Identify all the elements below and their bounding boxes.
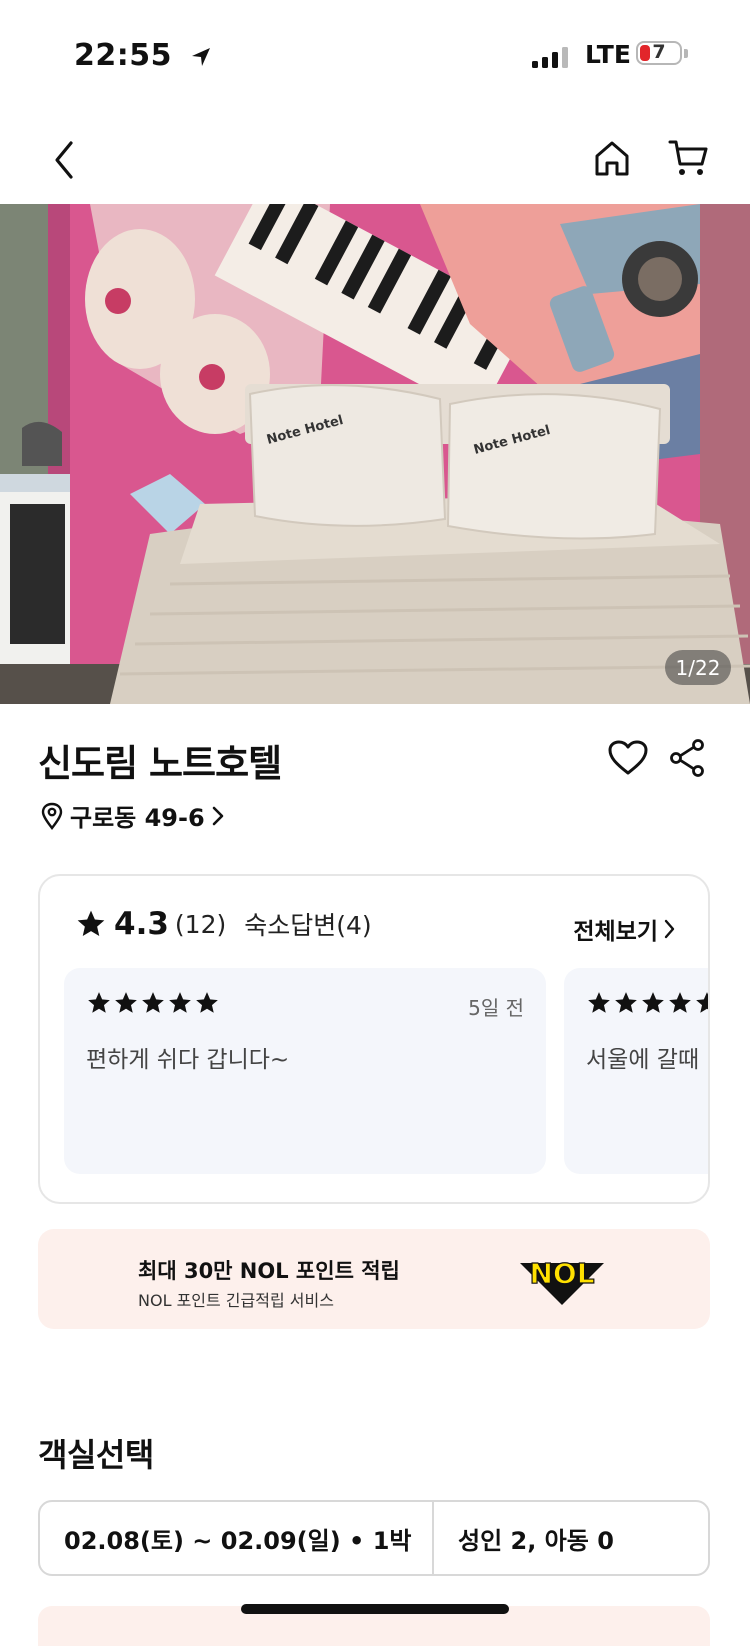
home-indicator	[241, 1604, 509, 1614]
share-button[interactable]	[664, 736, 712, 780]
review-stars	[586, 990, 708, 1016]
rating-summary: 4.3 (12) 숙소답변(4)	[74, 906, 372, 942]
date-range-text: 02.08(토) ~ 02.09(일) • 1박	[64, 1526, 412, 1555]
booking-options: 02.08(토) ~ 02.09(일) • 1박 성인 2, 아동 0	[38, 1500, 710, 1576]
home-icon	[595, 141, 629, 176]
hero-image-gallery[interactable]: Note Hotel Note Hotel	[0, 204, 750, 704]
address-link[interactable]: 구로동 49-6	[40, 798, 225, 833]
nol-logo-text: NOL	[529, 1257, 594, 1290]
home-button[interactable]	[588, 134, 636, 182]
wishlist-button[interactable]	[604, 736, 652, 780]
guest-selector[interactable]: 성인 2, 아동 0	[434, 1502, 708, 1574]
review-item[interactable]: 5일 전 편하게 쉬다 갑니다~	[64, 968, 546, 1174]
review-text: 서울에 갈때	[586, 1047, 700, 1073]
nol-banner-title: 최대 30만 NOL 포인트 적립	[138, 1259, 400, 1283]
chevron-right-icon	[664, 919, 675, 939]
review-text: 편하게 쉬다 갑니다~	[86, 1047, 290, 1073]
cart-button[interactable]	[664, 134, 712, 182]
review-item[interactable]: 서울에 갈때	[564, 968, 708, 1174]
battery-icon: 7	[636, 41, 682, 65]
star-icon	[642, 992, 664, 1013]
star-icon	[115, 992, 137, 1013]
nol-points-banner[interactable]: 최대 30만 NOL 포인트 적립 NOL 포인트 긴급적립 서비스 NOL	[38, 1229, 710, 1329]
image-counter: 1/22	[665, 650, 731, 685]
nol-banner-subtitle: NOL 포인트 긴급적립 서비스	[138, 1291, 334, 1310]
star-icon	[615, 992, 637, 1013]
view-all-label: 전체보기	[573, 919, 658, 945]
room-select-title: 객실선택	[38, 1436, 154, 1474]
guest-count-text: 성인 2, 아동 0	[458, 1526, 614, 1555]
cart-icon	[668, 140, 708, 175]
star-icon	[696, 992, 708, 1013]
share-icon	[670, 739, 704, 777]
star-icon	[669, 992, 691, 1013]
battery-level: 7	[652, 41, 666, 63]
rating-score: 4.3	[114, 906, 169, 942]
review-count: (12)	[174, 909, 227, 939]
view-all-reviews-button[interactable]: 전체보기	[573, 912, 676, 946]
nol-logo: NOL	[520, 1256, 604, 1305]
hotel-name: 신도림 노트호텔	[38, 742, 282, 785]
star-icon	[77, 910, 105, 936]
hotel-room-photo: Note Hotel Note Hotel	[0, 204, 750, 704]
host-reply-count: 숙소답변(4)	[244, 911, 372, 940]
review-stars	[86, 990, 220, 1016]
star-icon	[142, 992, 164, 1013]
location-pin-icon	[41, 802, 63, 830]
signal-icon	[532, 46, 568, 68]
review-summary-card: 4.3 (12) 숙소답변(4) 전체보기 5일 전 편하게 쉬다 갑니다~ 서…	[38, 874, 710, 1204]
status-time-text: 22:55	[74, 38, 172, 73]
date-range-selector[interactable]: 02.08(토) ~ 02.09(일) • 1박	[40, 1502, 434, 1574]
review-date: 5일 전	[468, 996, 524, 1020]
address-text: 구로동 49-6	[70, 804, 205, 832]
battery-tip	[684, 49, 688, 58]
location-arrow-icon	[191, 47, 210, 66]
heart-icon	[608, 740, 648, 775]
status-time: 22:55	[74, 38, 213, 73]
star-icon	[588, 992, 610, 1013]
chevron-left-icon	[55, 141, 73, 179]
star-icon	[169, 992, 191, 1013]
back-button[interactable]	[40, 136, 88, 184]
star-icon	[88, 992, 110, 1013]
chevron-right-icon	[212, 806, 223, 825]
network-label: LTE	[585, 40, 631, 69]
star-icon	[196, 992, 218, 1013]
